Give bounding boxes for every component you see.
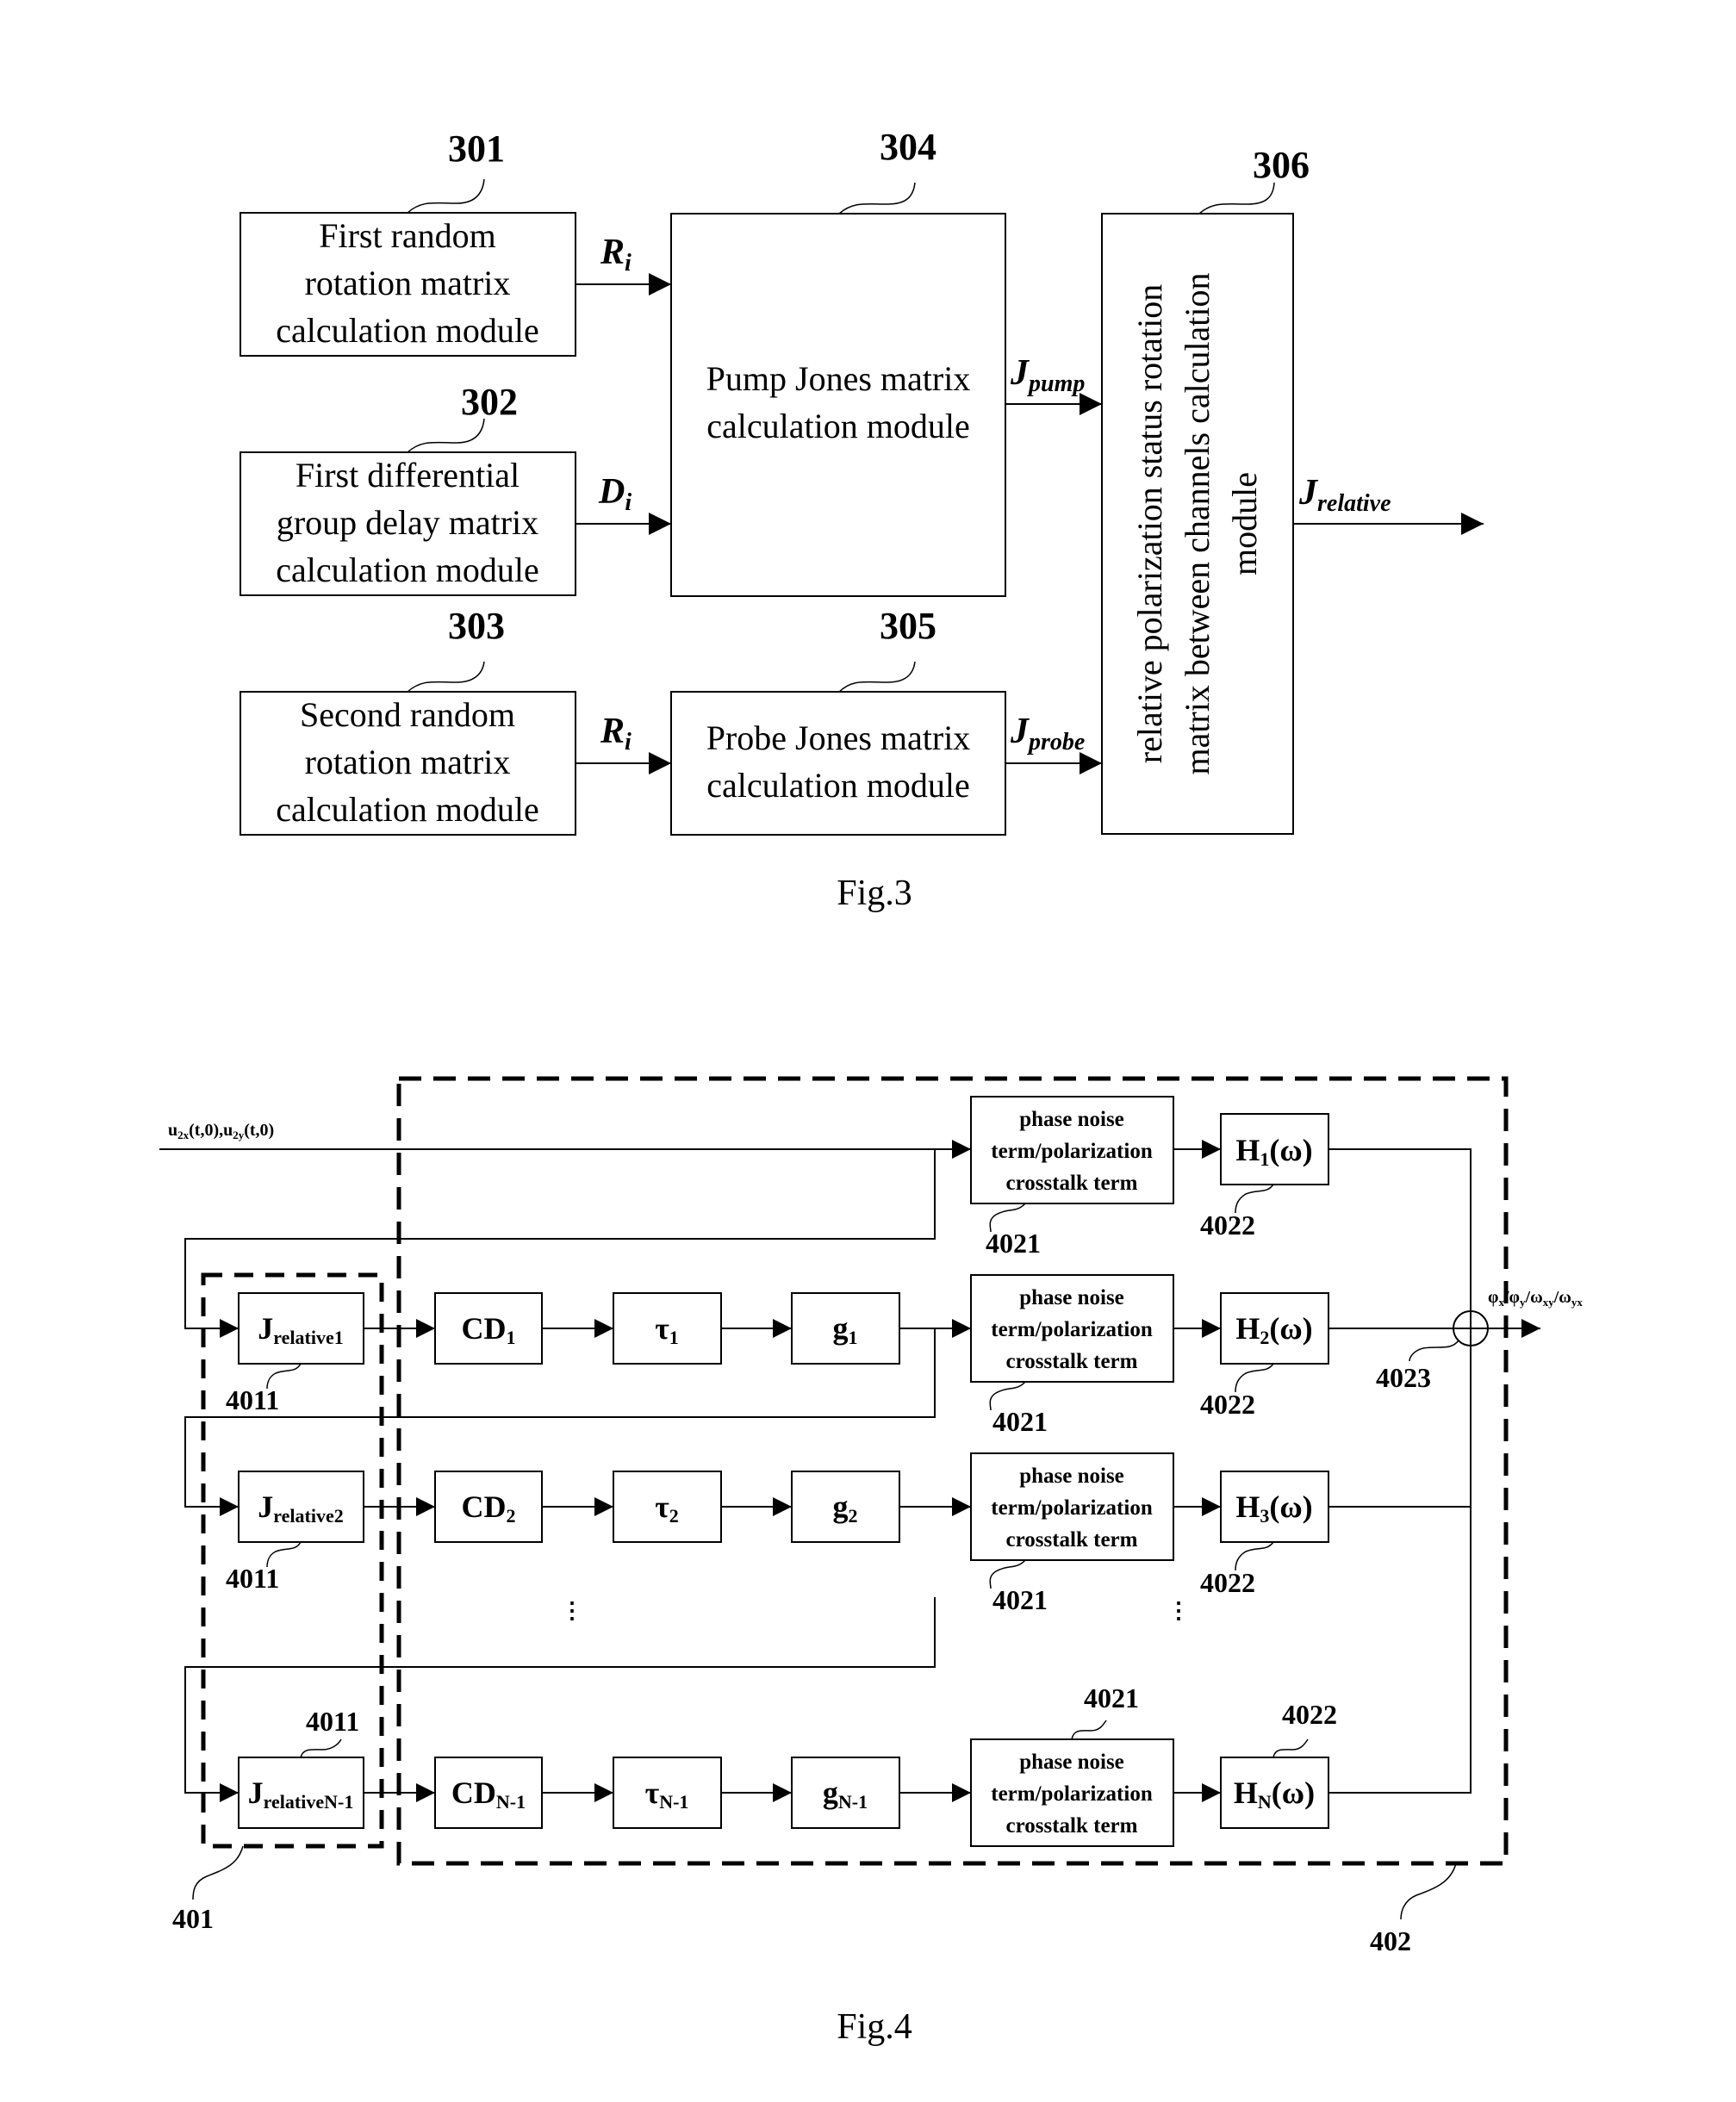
h1-filter-label: H1(ω): [1235, 1133, 1312, 1170]
module-302-line-3: calculation module: [276, 550, 538, 589]
module-302-line-1: First differential: [296, 456, 520, 494]
h-filter-label-3: H3(ω): [1235, 1489, 1312, 1527]
phase-noise-box-1-line-2: term/polarization: [991, 1140, 1153, 1163]
ref-402: 402: [1370, 1925, 1411, 1956]
module-306-line-3: module: [1225, 472, 1264, 575]
ref-301: 301: [448, 127, 505, 170]
phase-noise-box-2-line-2: term/polarization: [991, 1318, 1153, 1341]
chain-row-2: Jrelative2 CD2 τ2 g2phase noiseterm/polariz…: [226, 1452, 1471, 1615]
module-303-line-3: calculation module: [276, 790, 538, 829]
ref-401: 401: [172, 1903, 214, 1934]
module-304-line-2: calculation module: [706, 407, 969, 445]
module-306-relative-polarization: relative polarization status rotation ma…: [1101, 144, 1310, 835]
figure-3: First random rotation matrix calculation…: [240, 126, 1484, 913]
output-signal-label: φx/φy/ωxy/ωyx: [1488, 1288, 1583, 1309]
module-304-line-1: Pump Jones matrix: [706, 359, 971, 398]
module-302-first-dgd: First differential group delay matrix ca…: [240, 381, 576, 596]
leader-301: [407, 178, 485, 214]
chain-rows: Jrelative1 CD1 τ1 g1phase noiseterm/polariz…: [226, 1274, 1471, 1847]
module-305-probe-jones: Probe Jones matrix calculation module 30…: [670, 605, 1006, 836]
ref-4023: 4023: [1376, 1362, 1431, 1393]
ref-4021-row-3: 4021: [1084, 1682, 1139, 1713]
signal-jpump: Jpump: [1010, 353, 1085, 397]
ref-4021-row-h1: 4021: [986, 1228, 1041, 1259]
leader-303: [407, 661, 485, 693]
fig3-caption: Fig.3: [837, 874, 912, 913]
row-h1: phase noise term/polarization crosstalk …: [970, 1096, 1472, 1794]
phase-noise-box-1-line-3: crosstalk term: [1006, 1172, 1138, 1195]
phase-noise-box-3-line-2: term/polarization: [991, 1496, 1153, 1520]
phase-noise-box-3-line-3: crosstalk term: [1006, 1528, 1138, 1552]
group-402-dashed-box: [396, 1076, 1509, 1866]
leader-4021-row-3: [1071, 1720, 1107, 1740]
phase-noise-box-2-line-3: crosstalk term: [1006, 1350, 1138, 1373]
ref-4011-row-2: 4011: [226, 1563, 279, 1594]
summing-bus: [1328, 1148, 1472, 1794]
module-301-line-1: First random: [319, 216, 496, 255]
phase-noise-box-4-line-3: crosstalk term: [1006, 1814, 1138, 1838]
chain-row-3: JrelativeN-1 CDN-1 τN-1 gN-1phase noiseterm…: [238, 1682, 1337, 1847]
module-304-box: [670, 213, 1006, 597]
signal-ri-bottom: Ri: [600, 712, 632, 756]
ref-4022-row-2: 4022: [1200, 1567, 1255, 1598]
module-303-line-2: rotation matrix: [305, 743, 511, 781]
ref-303: 303: [448, 605, 505, 647]
leader-401: [192, 1845, 244, 1900]
phase-noise-box-4-line-2: term/polarization: [991, 1782, 1153, 1806]
leader-305: [838, 661, 916, 693]
module-303-second-random-rotation: Second random rotation matrix calculatio…: [240, 605, 576, 836]
module-305-line-2: calculation module: [706, 766, 969, 805]
module-306-line-2: matrix between channels calculation: [1178, 272, 1216, 774]
module-301-first-random-rotation: First random rotation matrix calculation…: [240, 127, 576, 357]
module-306-line-1: relative polarization status rotation: [1130, 284, 1169, 763]
module-305-box: [670, 691, 1006, 836]
ref-4011-row-3: 4011: [306, 1706, 359, 1737]
ref-4022-row-h1: 4022: [1200, 1210, 1255, 1241]
phase-noise-box-4-line-1: phase noise: [1019, 1751, 1124, 1774]
fig4-caption: Fig.4: [837, 2007, 912, 2047]
ref-302: 302: [461, 381, 518, 423]
module-301-line-2: rotation matrix: [305, 264, 511, 302]
signal-ri-top: Ri: [600, 233, 632, 277]
h-filter-label-2: H2(ω): [1235, 1311, 1312, 1348]
leader-306: [1198, 182, 1275, 215]
ref-4021-row-2: 4021: [992, 1584, 1048, 1615]
leader-304: [838, 182, 916, 215]
ref-305: 305: [880, 605, 936, 647]
leader-4022-row-3: [1272, 1738, 1309, 1758]
ellipsis-filters: ⋮: [1167, 1598, 1190, 1623]
ellipsis-chain: ⋮: [561, 1598, 583, 1623]
phase-noise-box-1-line-1: phase noise: [1019, 1108, 1124, 1131]
phase-noise-box-3-line-1: phase noise: [1019, 1465, 1124, 1488]
leader-402: [1400, 1863, 1457, 1920]
ref-4022-row-1: 4022: [1200, 1389, 1255, 1420]
module-303-line-1: Second random: [300, 695, 515, 734]
patent-figures: First random rotation matrix calculation…: [159, 126, 1583, 2047]
module-302-line-2: group delay matrix: [277, 503, 538, 542]
h-filter-label-4: HN(ω): [1234, 1776, 1315, 1813]
ref-4021-row-1: 4021: [992, 1406, 1048, 1437]
module-304-pump-jones: Pump Jones matrix calculation module 304: [670, 126, 1006, 597]
leader-4023: [1409, 1340, 1459, 1362]
figure-4: u2x(t,0),u2y(t,0) phase noise term/polar…: [159, 1076, 1583, 2047]
ref-4011-row-1: 4011: [226, 1384, 279, 1415]
module-305-line-1: Probe Jones matrix: [706, 718, 971, 757]
input-signal-label: u2x(t,0),u2y(t,0): [168, 1121, 274, 1141]
signal-di: Di: [598, 472, 632, 516]
chain-row-1: Jrelative1 CD1 τ1 g1phase noiseterm/polariz…: [226, 1274, 1453, 1437]
phase-noise-box-2-line-1: phase noise: [1019, 1286, 1124, 1309]
signal-jrelative: Jrelative: [1298, 473, 1391, 517]
leader-302: [407, 418, 485, 453]
ref-306: 306: [1253, 144, 1310, 186]
leader-4011-row-3: [300, 1738, 342, 1758]
module-301-line-3: calculation module: [276, 311, 538, 350]
ref-4022-row-3: 4022: [1282, 1699, 1337, 1730]
ref-304: 304: [880, 126, 936, 168]
signal-jprobe: Jprobe: [1010, 712, 1085, 756]
